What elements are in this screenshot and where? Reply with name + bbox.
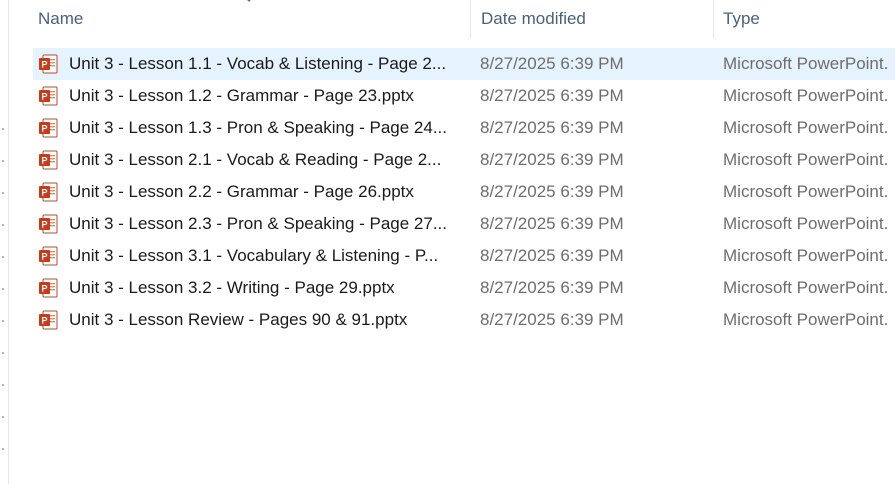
column-header-date-modified[interactable]: Date modified bbox=[470, 0, 713, 38]
file-name: Unit 3 - Lesson 2.1 - Vocab & Reading - … bbox=[69, 150, 442, 169]
file-type: Microsoft PowerPoint. bbox=[723, 246, 889, 265]
pane-edge-dot bbox=[2, 416, 4, 418]
pane-edge-dot bbox=[2, 352, 4, 354]
file-name: Unit 3 - Lesson 1.1 - Vocab & Listening … bbox=[69, 54, 447, 73]
file-type: Microsoft PowerPoint. bbox=[723, 278, 889, 297]
pane-edge-dot bbox=[2, 448, 4, 450]
pane-edge-dot bbox=[2, 224, 4, 226]
pane-edge-dot bbox=[2, 320, 4, 322]
file-name: Unit 3 - Lesson 2.3 - Pron & Speaking - … bbox=[69, 214, 447, 233]
svg-text:P: P bbox=[41, 60, 47, 70]
file-row[interactable]: P Unit 3 - Lesson 3.1 - Vocabulary & Lis… bbox=[33, 240, 895, 272]
file-row[interactable]: P Unit 3 - Lesson 3.2 - Writing - Page 2… bbox=[33, 272, 895, 304]
file-name: Unit 3 - Lesson 1.2 - Grammar - Page 23.… bbox=[69, 86, 414, 105]
file-type: Microsoft PowerPoint. bbox=[723, 214, 889, 233]
file-name: Unit 3 - Lesson 3.1 - Vocabulary & Liste… bbox=[69, 246, 439, 265]
file-row[interactable]: P Unit 3 - Lesson Review - Pages 90 & 91… bbox=[33, 304, 895, 336]
file-type: Microsoft PowerPoint. bbox=[723, 182, 889, 201]
file-date-modified: 8/27/2025 6:39 PM bbox=[480, 86, 624, 105]
pane-edge-dot bbox=[2, 256, 4, 258]
file-date-modified: 8/27/2025 6:39 PM bbox=[480, 214, 624, 233]
pane-edge-dot bbox=[2, 128, 4, 130]
file-name: Unit 3 - Lesson 3.2 - Writing - Page 29.… bbox=[69, 278, 395, 297]
file-name: Unit 3 - Lesson 2.2 - Grammar - Page 26.… bbox=[69, 182, 414, 201]
file-date-modified: 8/27/2025 6:39 PM bbox=[480, 182, 624, 201]
svg-text:P: P bbox=[41, 124, 47, 134]
file-row[interactable]: P Unit 3 - Lesson 2.3 - Pron & Speaking … bbox=[33, 208, 895, 240]
svg-text:P: P bbox=[41, 188, 47, 198]
column-header-bar: Name Date modified Type bbox=[9, 0, 895, 38]
file-row[interactable]: P Unit 3 - Lesson 1.2 - Grammar - Page 2… bbox=[33, 80, 895, 112]
file-type: Microsoft PowerPoint. bbox=[723, 150, 889, 169]
file-date-modified: 8/27/2025 6:39 PM bbox=[480, 118, 624, 137]
file-type: Microsoft PowerPoint. bbox=[723, 54, 889, 73]
pane-edge-dot bbox=[2, 384, 4, 386]
svg-text:P: P bbox=[41, 252, 47, 262]
powerpoint-file-icon: P bbox=[39, 54, 58, 74]
pane-edge-dot bbox=[2, 160, 4, 162]
file-name: Unit 3 - Lesson Review - Pages 90 & 91.p… bbox=[69, 310, 408, 329]
svg-text:P: P bbox=[41, 92, 47, 102]
file-row[interactable]: P Unit 3 - Lesson 2.1 - Vocab & Reading … bbox=[33, 144, 895, 176]
column-header-type[interactable]: Type bbox=[713, 0, 895, 38]
powerpoint-file-icon: P bbox=[39, 150, 58, 170]
file-row[interactable]: P Unit 3 - Lesson 1.1 - Vocab & Listenin… bbox=[33, 48, 895, 80]
file-date-modified: 8/27/2025 6:39 PM bbox=[480, 310, 624, 329]
pane-edge-dot bbox=[2, 288, 4, 290]
powerpoint-file-icon: P bbox=[39, 118, 58, 138]
svg-text:P: P bbox=[41, 316, 47, 326]
svg-text:P: P bbox=[41, 284, 47, 294]
file-type: Microsoft PowerPoint. bbox=[723, 310, 889, 329]
powerpoint-file-icon: P bbox=[39, 214, 58, 234]
file-row[interactable]: P Unit 3 - Lesson 1.3 - Pron & Speaking … bbox=[33, 112, 895, 144]
file-name: Unit 3 - Lesson 1.3 - Pron & Speaking - … bbox=[69, 118, 447, 137]
powerpoint-file-icon: P bbox=[39, 310, 58, 330]
file-type: Microsoft PowerPoint. bbox=[723, 86, 889, 105]
svg-text:P: P bbox=[41, 220, 47, 230]
powerpoint-file-icon: P bbox=[39, 86, 58, 106]
powerpoint-file-icon: P bbox=[39, 182, 58, 202]
file-date-modified: 8/27/2025 6:39 PM bbox=[480, 54, 624, 73]
file-type: Microsoft PowerPoint. bbox=[723, 118, 889, 137]
file-list: P Unit 3 - Lesson 1.1 - Vocab & Listenin… bbox=[33, 48, 895, 336]
file-date-modified: 8/27/2025 6:39 PM bbox=[480, 246, 624, 265]
pane-edge-dot bbox=[2, 192, 4, 194]
file-date-modified: 8/27/2025 6:39 PM bbox=[480, 278, 624, 297]
column-header-name[interactable]: Name bbox=[9, 0, 470, 38]
powerpoint-file-icon: P bbox=[39, 246, 58, 266]
file-row[interactable]: P Unit 3 - Lesson 2.2 - Grammar - Page 2… bbox=[33, 176, 895, 208]
powerpoint-file-icon: P bbox=[39, 278, 58, 298]
svg-text:P: P bbox=[41, 156, 47, 166]
file-date-modified: 8/27/2025 6:39 PM bbox=[480, 150, 624, 169]
file-explorer-window: Name Date modified Type P Unit 3 - Lesso… bbox=[0, 0, 895, 484]
navigation-pane-edge[interactable] bbox=[0, 0, 9, 484]
